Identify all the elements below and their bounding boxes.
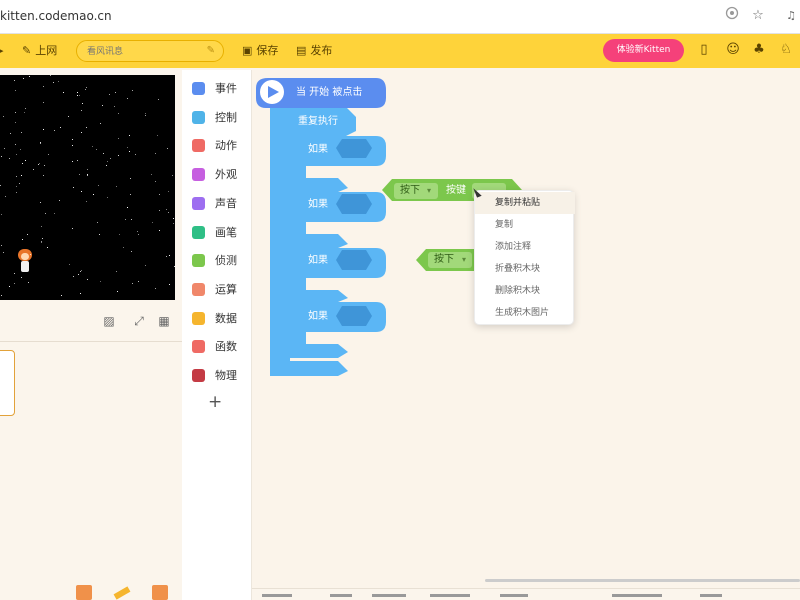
if-block-label-3: 如果 bbox=[308, 255, 328, 266]
if-condition-slot-3 bbox=[336, 250, 372, 270]
bottom-mark-7 bbox=[700, 594, 722, 597]
menu-item-copy[interactable]: 复制 bbox=[475, 214, 575, 236]
workspace-scrollbar[interactable] bbox=[485, 579, 800, 582]
bottom-mark-4 bbox=[430, 594, 470, 597]
key-pressed-label-1[interactable]: 按下 bbox=[400, 185, 420, 197]
dropdown-arrow-icon-1[interactable]: ▾ bbox=[427, 185, 431, 197]
block-script bbox=[256, 78, 522, 376]
if-block-4 bbox=[286, 302, 386, 358]
start-block-label: 当 开始 被点击 bbox=[296, 87, 363, 98]
if-block-3 bbox=[286, 248, 386, 302]
dropdown-arrow-icon-2[interactable]: ▾ bbox=[462, 254, 466, 266]
if-block-2 bbox=[286, 192, 386, 248]
if-block-label-2: 如果 bbox=[308, 199, 328, 210]
if-block-label-1: 如果 bbox=[308, 144, 328, 155]
key-pressed-label-2[interactable]: 按下 bbox=[434, 254, 454, 266]
repeat-block-label: 重复执行 bbox=[298, 116, 338, 127]
context-menu: 复制并粘贴 复制 添加注释 折叠积木块 删除积木块 生成积木图片 bbox=[474, 190, 575, 325]
if-condition-slot-2 bbox=[336, 194, 372, 214]
bottom-mark-3 bbox=[372, 594, 406, 597]
menu-item-export-image[interactable]: 生成积木图片 bbox=[475, 302, 575, 324]
key-label: 按键 bbox=[446, 185, 466, 196]
if-condition-slot-1 bbox=[336, 139, 372, 158]
bottom-mark-2 bbox=[330, 594, 352, 597]
bottom-mark-5 bbox=[500, 594, 528, 597]
menu-item-add-comment[interactable]: 添加注释 bbox=[475, 236, 575, 258]
app-window: { "browser": {"url": "kitten.codemao.cn"… bbox=[0, 0, 800, 600]
bottom-mark-1 bbox=[262, 594, 292, 597]
bottom-mark-6 bbox=[612, 594, 662, 597]
if-condition-slot-4 bbox=[336, 306, 372, 326]
menu-item-delete-block[interactable]: 删除积木块 bbox=[475, 280, 575, 302]
if-block-1 bbox=[286, 136, 386, 192]
menu-item-collapse-block[interactable]: 折叠积木块 bbox=[475, 258, 575, 280]
if-block-label-4: 如果 bbox=[308, 311, 328, 322]
menu-item-duplicate-paste[interactable]: 复制并粘贴 bbox=[475, 192, 575, 214]
